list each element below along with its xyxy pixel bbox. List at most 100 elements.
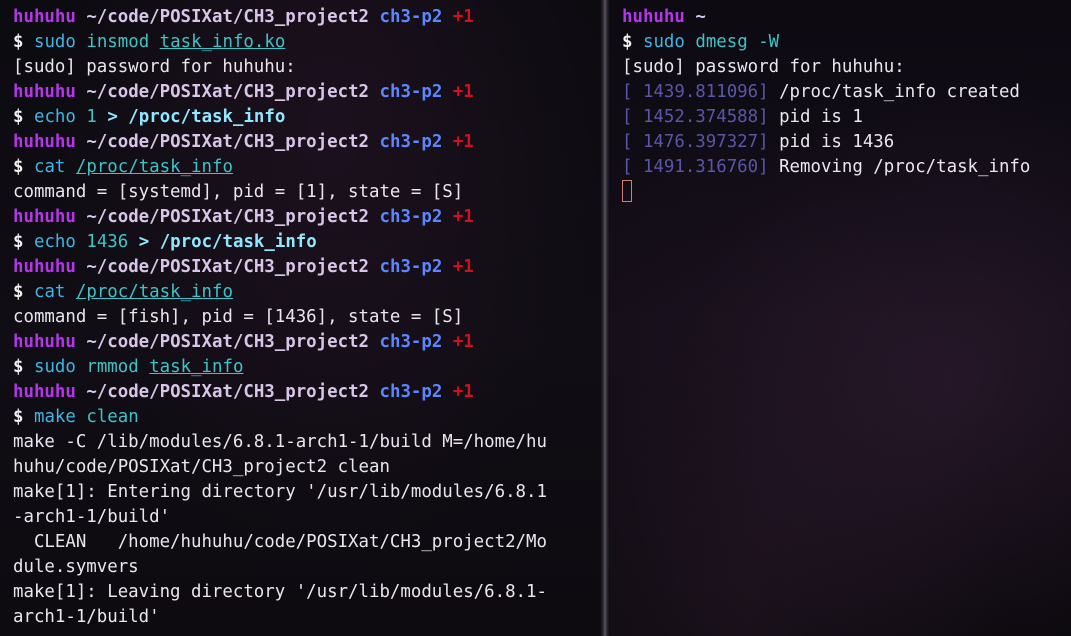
prompt-line: huhuhu ~/code/POSIXat/CH3_project2 ch3-p…: [13, 205, 600, 230]
prompt-line: huhuhu ~/code/POSIXat/CH3_project2 ch3-p…: [13, 130, 600, 155]
prompt-symbol: $: [13, 232, 24, 252]
command-target: /proc/task_info: [128, 107, 286, 127]
prompt-git-dirty: +1: [452, 382, 474, 402]
command-target: /proc/task_info: [75, 282, 233, 302]
prompt-git-dirty: +1: [452, 332, 474, 352]
output-line: dule.symvers: [13, 557, 139, 577]
command-arg: 1436: [86, 232, 129, 252]
command-name: sudo: [642, 32, 685, 52]
output-line: [sudo] password for huhuhu:: [622, 57, 905, 77]
pane-divider[interactable]: [600, 0, 610, 636]
output-line: arch1-1/build': [13, 607, 160, 627]
command-name: sudo: [33, 32, 76, 52]
prompt-path: ~/code/POSIXat/CH3_project2: [86, 207, 370, 227]
prompt-user: huhuhu: [13, 382, 76, 402]
prompt-git-branch: ch3-p2: [379, 132, 443, 152]
prompt-git-branch: ch3-p2: [379, 207, 443, 227]
prompt-path: ~/code/POSIXat/CH3_project2: [86, 257, 370, 277]
dmesg-log-line: [ 1491.316760] Removing /proc/task_info: [622, 155, 1071, 180]
prompt-path: ~/code/POSIXat/CH3_project2: [86, 7, 370, 27]
prompt-user: huhuhu: [13, 82, 76, 102]
command-line: $ sudo insmod task_info.ko: [13, 30, 600, 55]
log-timestamp: [ 1491.316760]: [622, 157, 769, 177]
log-message: pid is 1436: [779, 132, 895, 152]
prompt-symbol: $: [13, 407, 24, 427]
command-flag: -W: [758, 32, 780, 52]
command-arg: insmod: [86, 32, 150, 52]
redirect-operator: >: [107, 107, 118, 127]
command-line: $ make clean: [13, 405, 600, 430]
command-line: $ cat /proc/task_info: [13, 155, 600, 180]
command-arg: 1: [86, 107, 97, 127]
prompt-line: huhuhu ~/code/POSIXat/CH3_project2 ch3-p…: [13, 330, 600, 355]
command-target: task_info.ko: [159, 32, 286, 52]
prompt-symbol: $: [13, 107, 24, 127]
output-line: huhu/code/POSIXat/CH3_project2 clean: [13, 457, 390, 477]
prompt-user: huhuhu: [13, 332, 76, 352]
prompt-line: huhuhu ~: [622, 5, 1071, 30]
prompt-line: huhuhu ~/code/POSIXat/CH3_project2 ch3-p…: [13, 255, 600, 280]
command-target: task_info: [149, 357, 244, 377]
prompt-path: ~/code/POSIXat/CH3_project2: [86, 82, 370, 102]
log-timestamp: [ 1476.397327]: [622, 132, 769, 152]
prompt-git-branch: ch3-p2: [379, 332, 443, 352]
log-message: Removing /proc/task_info: [779, 157, 1031, 177]
command-arg: dmesg: [695, 32, 748, 52]
prompt-git-branch: ch3-p2: [379, 82, 443, 102]
command-arg: clean: [86, 407, 139, 427]
left-terminal-pane[interactable]: huhuhu ~/code/POSIXat/CH3_project2 ch3-p…: [0, 0, 600, 636]
output-line: CLEAN /home/huhuhu/code/POSIXat/CH3_proj…: [13, 532, 547, 552]
prompt-git-branch: ch3-p2: [379, 7, 443, 27]
prompt-user: huhuhu: [13, 207, 76, 227]
prompt-path: ~/code/POSIXat/CH3_project2: [86, 132, 370, 152]
dmesg-log-line: [ 1476.397327] pid is 1436: [622, 130, 1071, 155]
prompt-git-dirty: +1: [452, 82, 474, 102]
prompt-user: huhuhu: [13, 7, 76, 27]
redirect-operator: >: [138, 232, 150, 252]
command-name: sudo: [33, 357, 76, 377]
output-line: make -C /lib/modules/6.8.1-arch1-1/build…: [13, 432, 547, 452]
dmesg-log-line: [ 1439.811096] /proc/task_info created: [622, 80, 1071, 105]
prompt-line: huhuhu ~/code/POSIXat/CH3_project2 ch3-p…: [13, 5, 600, 30]
prompt-symbol: $: [13, 282, 24, 302]
prompt-symbol: $: [13, 157, 24, 177]
log-timestamp: [ 1452.374588]: [622, 107, 769, 127]
output-line: make[1]: Entering directory '/usr/lib/mo…: [13, 482, 547, 502]
output-line: command = [systemd], pid = [1], state = …: [13, 182, 464, 202]
command-name: echo: [33, 107, 76, 127]
command-target: /proc/task_info: [159, 232, 317, 252]
command-line: $ echo 1436 > /proc/task_info: [13, 230, 600, 255]
prompt-user: huhuhu: [622, 7, 685, 27]
prompt-git-branch: ch3-p2: [379, 257, 443, 277]
prompt-path: ~/code/POSIXat/CH3_project2: [86, 382, 370, 402]
terminal-cursor: [622, 179, 632, 202]
output-line: make[1]: Leaving directory '/usr/lib/mod…: [13, 582, 547, 602]
prompt-symbol: $: [13, 357, 24, 377]
cursor-line[interactable]: [622, 179, 1071, 205]
prompt-line: huhuhu ~/code/POSIXat/CH3_project2 ch3-p…: [13, 80, 600, 105]
dmesg-log-line: [ 1452.374588] pid is 1: [622, 105, 1071, 130]
output-line: [sudo] password for huhuhu:: [13, 57, 296, 77]
prompt-git-dirty: +1: [452, 132, 474, 152]
command-target: /proc/task_info: [75, 157, 233, 177]
prompt-user: huhuhu: [13, 132, 76, 152]
command-name: cat: [33, 157, 66, 177]
prompt-git-dirty: +1: [452, 7, 474, 27]
prompt-git-dirty: +1: [452, 207, 474, 227]
prompt-git-branch: ch3-p2: [379, 382, 443, 402]
command-arg: rmmod: [86, 357, 139, 377]
right-terminal-pane[interactable]: huhuhu ~ $ sudo dmesg -W [sudo] password…: [610, 0, 1071, 636]
command-line: $ sudo rmmod task_info: [13, 355, 600, 380]
command-name: cat: [33, 282, 66, 302]
output-line: -arch1-1/build': [13, 507, 171, 527]
left-terminal-output: huhuhu ~/code/POSIXat/CH3_project2 ch3-p…: [13, 5, 600, 630]
prompt-path: ~/code/POSIXat/CH3_project2: [86, 332, 370, 352]
log-timestamp: [ 1439.811096]: [622, 82, 769, 102]
prompt-symbol: $: [622, 32, 633, 52]
prompt-path: ~: [695, 7, 706, 27]
output-line: command = [fish], pid = [1436], state = …: [13, 307, 464, 327]
command-line: $ cat /proc/task_info: [13, 280, 600, 305]
log-message: pid is 1: [779, 107, 863, 127]
right-terminal-output: huhuhu ~ $ sudo dmesg -W [sudo] password…: [622, 5, 1071, 205]
command-name: make: [33, 407, 76, 427]
